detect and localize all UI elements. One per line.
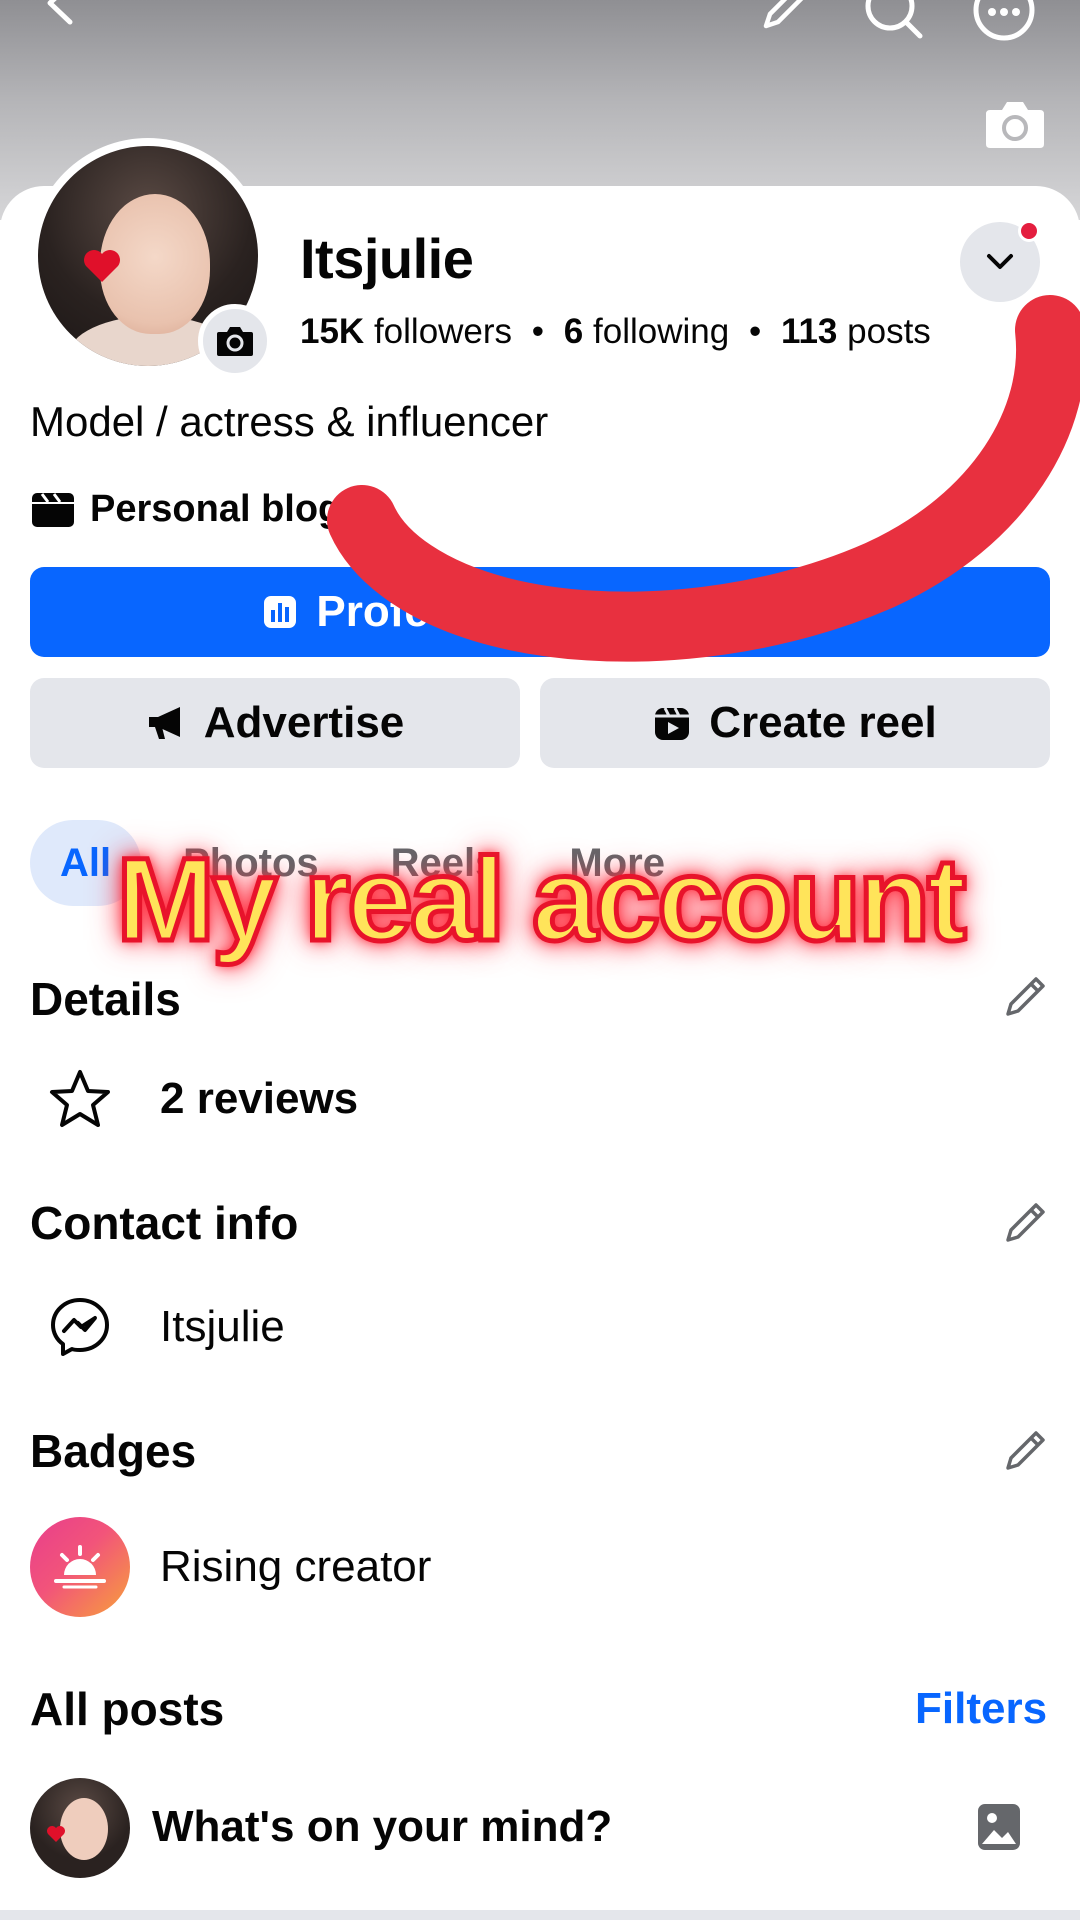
badge-label: Rising creator <box>160 1542 432 1591</box>
cover-camera-icon[interactable] <box>984 98 1046 150</box>
rising-creator-badge <box>30 1517 130 1617</box>
megaphone-icon <box>148 707 180 739</box>
heart-icon <box>84 250 120 282</box>
reviews-row[interactable]: 2 reviews <box>30 1064 358 1134</box>
notification-dot <box>1018 220 1040 242</box>
back-icon[interactable] <box>40 0 80 28</box>
profile-stats: 15K followers • 6 following • 113 posts <box>300 312 931 352</box>
search-icon[interactable] <box>862 0 926 42</box>
photo-icon[interactable] <box>976 1800 1022 1852</box>
section-divider <box>0 1910 1080 1920</box>
following-count[interactable]: 6 <box>564 312 583 351</box>
badge-row[interactable]: Rising creator <box>30 1517 431 1617</box>
pencil-icon[interactable] <box>1000 1198 1050 1248</box>
camera-icon <box>217 327 253 356</box>
chevron-down-icon <box>987 254 1013 269</box>
stats-separator: • <box>531 312 545 351</box>
more-options-icon[interactable] <box>972 0 1036 42</box>
followers-label[interactable]: followers <box>374 312 512 351</box>
details-title: Details <box>30 973 181 1025</box>
top-bar <box>0 0 1080 42</box>
profile-card <box>0 186 1080 1920</box>
professional-dashboard-button[interactable]: Professional dashboard <box>30 567 1050 657</box>
pencil-icon[interactable] <box>1000 1426 1050 1476</box>
composer-prompt[interactable]: What's on your mind? <box>152 1802 612 1852</box>
create-reel-button[interactable]: Create reel <box>540 678 1050 768</box>
category-label: Personal blog <box>90 488 342 530</box>
filters-link[interactable]: Filters <box>915 1684 1047 1734</box>
dashboard-icon <box>264 596 297 628</box>
contact-info-title: Contact info <box>30 1197 299 1249</box>
reel-icon <box>655 707 690 740</box>
overlay-caption: My real account <box>114 832 969 969</box>
heart-icon <box>47 1826 65 1842</box>
edit-icon[interactable] <box>754 0 814 38</box>
profile-category: Personal blog <box>30 488 341 531</box>
clapperboard-icon <box>32 492 74 527</box>
reviews-text: 2 reviews <box>160 1074 359 1123</box>
stats-separator: • <box>748 312 762 351</box>
badges-title: Badges <box>30 1425 197 1477</box>
profile-bio: Model / actress & influencer <box>30 398 549 445</box>
advertise-label: Advertise <box>203 698 405 747</box>
messenger-handle: Itsjulie <box>160 1302 285 1351</box>
messenger-row[interactable]: Itsjulie <box>30 1292 285 1362</box>
pencil-icon[interactable] <box>1000 972 1050 1022</box>
messenger-icon <box>51 1298 109 1356</box>
avatar-camera-button[interactable] <box>198 304 272 378</box>
star-icon <box>50 1070 110 1127</box>
all-posts-title: All posts <box>30 1683 225 1735</box>
advertise-button[interactable]: Advertise <box>30 678 520 768</box>
followers-count[interactable]: 15K <box>300 312 364 351</box>
professional-dashboard-label: Professional dashboard <box>316 587 818 636</box>
posts-label: posts <box>847 312 931 351</box>
composer-avatar[interactable] <box>30 1778 130 1878</box>
following-label[interactable]: following <box>593 312 729 351</box>
posts-count: 113 <box>780 312 838 351</box>
create-reel-label: Create reel <box>709 698 937 747</box>
profile-name: Itsjulie <box>300 227 474 290</box>
sunrise-icon <box>54 1545 106 1589</box>
